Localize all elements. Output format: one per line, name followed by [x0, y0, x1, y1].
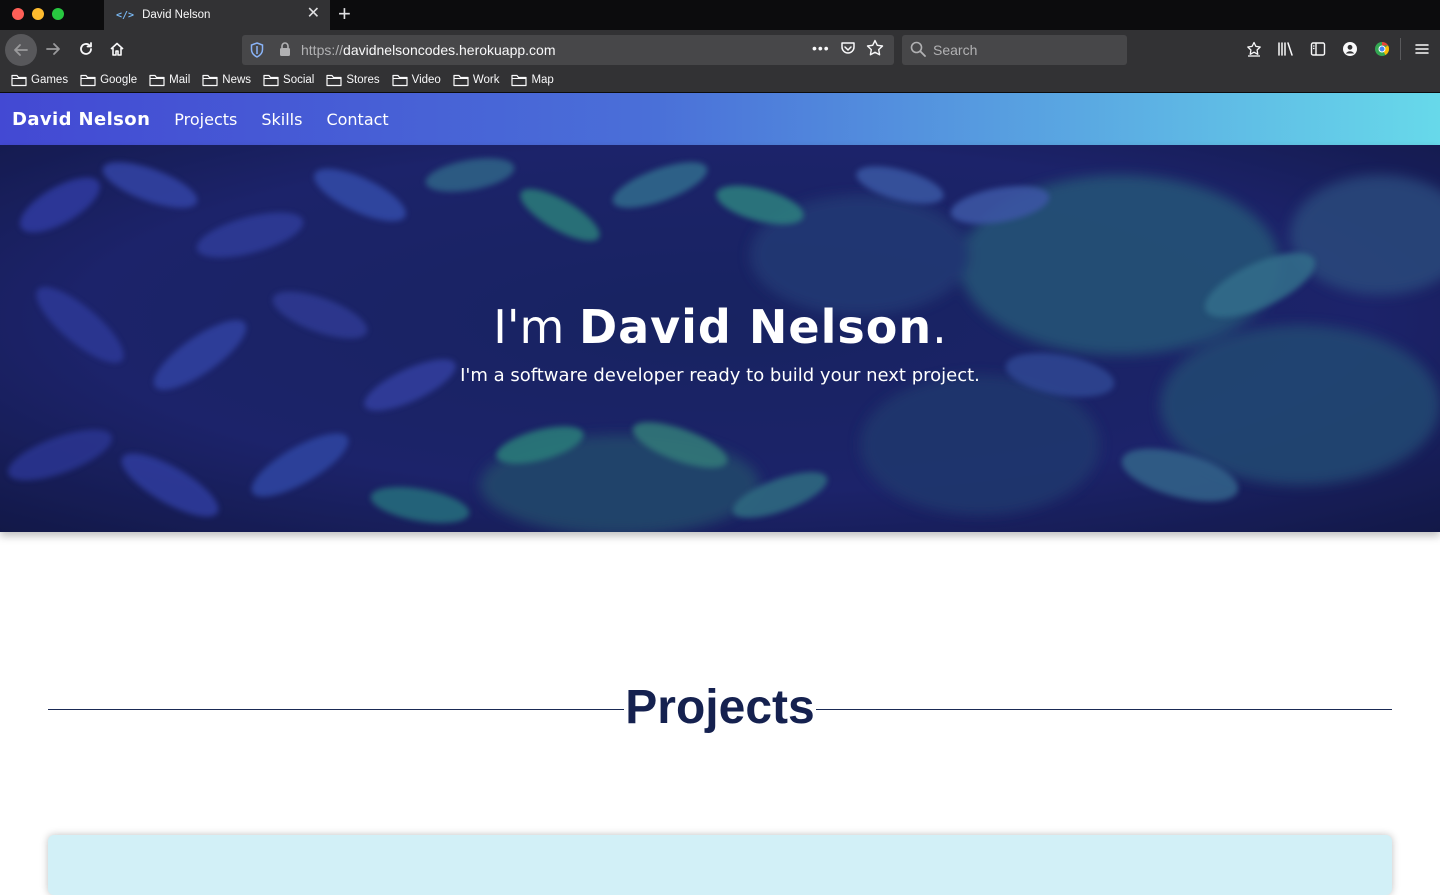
- search-bar[interactable]: Search: [902, 35, 1127, 65]
- bookmark-folder[interactable]: Mail: [149, 74, 190, 87]
- section-title-projects: Projects: [625, 681, 815, 734]
- new-tab-button[interactable]: +: [338, 2, 351, 26]
- star-list-icon: [1247, 41, 1261, 57]
- divider-line-right: [816, 709, 1392, 710]
- browser-navigation-bar: https://davidnelsoncodes.herokuapp.com •…: [0, 30, 1440, 68]
- tab-title: David Nelson: [142, 9, 211, 21]
- bookmarks-toolbar: Games Google Mail News Social Stores Vid…: [0, 68, 1440, 93]
- hero-section: I'm David Nelson. I'm a software develop…: [0, 145, 1440, 532]
- hero-title: I'm David Nelson.: [493, 300, 947, 354]
- toolbar-separator: [1400, 38, 1401, 60]
- back-button[interactable]: [5, 34, 37, 66]
- home-button[interactable]: [103, 35, 131, 63]
- project-card[interactable]: [48, 835, 1392, 895]
- library-button[interactable]: [1270, 35, 1302, 63]
- code-icon: </>: [116, 9, 135, 21]
- pocket-icon[interactable]: [840, 40, 856, 56]
- app-menu-button[interactable]: [1408, 35, 1436, 63]
- browser-tab[interactable]: </> David Nelson ✕: [104, 0, 330, 30]
- site-brand-link[interactable]: David Nelson: [12, 109, 150, 130]
- folder-icon: [392, 74, 408, 86]
- hamburger-menu-icon: [1415, 44, 1429, 54]
- nav-link-projects[interactable]: Projects: [174, 110, 237, 129]
- folder-icon: [11, 74, 27, 86]
- tab-close-icon[interactable]: ✕: [307, 5, 320, 23]
- url-text: https://davidnelsoncodes.herokuapp.com: [301, 42, 556, 58]
- more-actions-icon[interactable]: •••: [812, 40, 830, 56]
- shield-icon[interactable]: [250, 42, 264, 58]
- bookmark-folder[interactable]: Social: [263, 74, 314, 87]
- nav-link-skills[interactable]: Skills: [261, 110, 302, 129]
- toolbar-right: [1238, 35, 1398, 63]
- sidebar-icon: [1310, 42, 1326, 56]
- arrow-right-icon: [46, 43, 60, 55]
- forward-button[interactable]: [39, 35, 67, 63]
- lock-icon[interactable]: [279, 42, 291, 57]
- search-placeholder: Search: [933, 42, 978, 58]
- folder-icon: [453, 74, 469, 86]
- window-zoom-button[interactable]: [52, 8, 64, 20]
- folder-icon: [263, 74, 279, 86]
- bookmark-folder[interactable]: Work: [453, 74, 499, 87]
- browser-tab-bar: </> David Nelson ✕ +: [0, 0, 1440, 30]
- bookmarks-menu-button[interactable]: [1238, 35, 1270, 63]
- bookmark-folder[interactable]: News: [202, 74, 251, 87]
- folder-icon: [326, 74, 342, 86]
- folder-icon: [511, 74, 528, 86]
- search-icon: [910, 41, 926, 57]
- bookmark-folder[interactable]: Games: [11, 74, 68, 87]
- sidebar-button[interactable]: [1302, 35, 1334, 63]
- home-icon: [110, 42, 124, 56]
- hero-text: I'm David Nelson. I'm a software develop…: [0, 299, 1440, 386]
- bookmark-folder[interactable]: Stores: [326, 74, 380, 87]
- bookmark-folder[interactable]: Video: [392, 74, 441, 87]
- extension-icon: [1375, 41, 1390, 56]
- folder-icon: [149, 74, 165, 86]
- library-icon: [1278, 42, 1293, 56]
- extension-button[interactable]: [1366, 35, 1398, 63]
- folder-icon: [202, 74, 218, 86]
- window-minimize-button[interactable]: [32, 8, 44, 20]
- reload-button[interactable]: [72, 35, 100, 63]
- account-button[interactable]: [1334, 35, 1366, 63]
- address-bar[interactable]: https://davidnelsoncodes.herokuapp.com •…: [242, 35, 894, 65]
- window-close-button[interactable]: [12, 8, 24, 20]
- arrow-left-icon: [14, 44, 28, 56]
- nav-link-contact[interactable]: Contact: [326, 110, 388, 129]
- bookmark-star-icon[interactable]: [866, 39, 884, 57]
- bookmark-folder[interactable]: Map: [511, 74, 554, 87]
- projects-section-header: Projects: [48, 680, 1392, 740]
- folder-icon: [80, 74, 96, 86]
- site-navbar: David Nelson Projects Skills Contact: [0, 93, 1440, 145]
- reload-icon: [80, 42, 92, 55]
- hero-subtitle: I'm a software developer ready to build …: [460, 365, 980, 386]
- page-actions: •••: [812, 39, 884, 57]
- account-icon: [1343, 42, 1357, 56]
- bookmark-folder[interactable]: Google: [80, 74, 137, 87]
